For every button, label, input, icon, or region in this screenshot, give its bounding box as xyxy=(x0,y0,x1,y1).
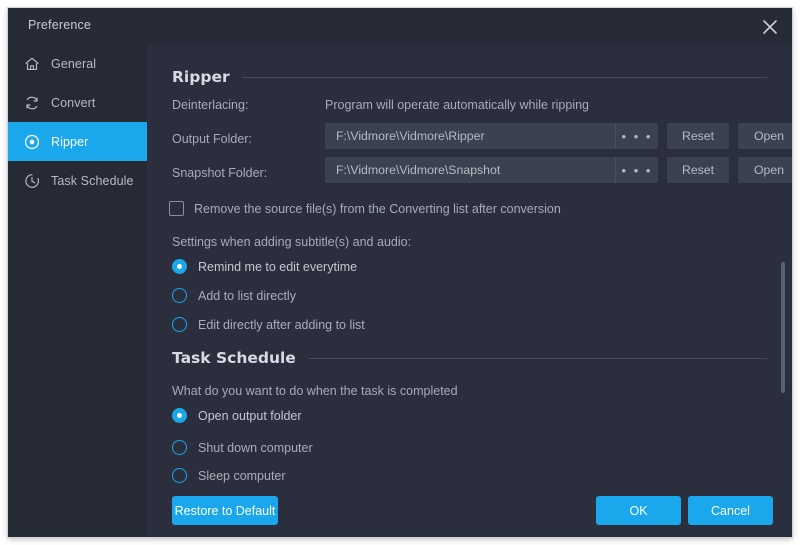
radio-label: Open output folder xyxy=(198,409,302,423)
sidebar-item-ripper[interactable]: Ripper xyxy=(8,122,147,161)
title-bar: Preference xyxy=(8,8,792,44)
snapshot-folder-reset-button[interactable]: Reset xyxy=(667,157,729,183)
remove-source-checkbox[interactable] xyxy=(169,201,184,216)
clock-icon xyxy=(22,171,42,191)
radio-row-shut-down-computer[interactable]: Shut down computer xyxy=(172,440,313,455)
radio-edit-directly-after-adding[interactable] xyxy=(172,317,187,332)
scrollbar-track[interactable] xyxy=(781,44,785,484)
output-folder-row: F:\Vidmore\Vidmore\Ripper • • • Reset Op… xyxy=(325,123,792,149)
sidebar-item-convert[interactable]: Convert xyxy=(8,83,147,122)
radio-add-to-list-directly[interactable] xyxy=(172,288,187,303)
radio-sleep-computer[interactable] xyxy=(172,468,187,483)
preference-dialog-screen: Preference General xyxy=(0,0,800,545)
radio-label: Sleep computer xyxy=(198,469,286,483)
output-folder-label: Output Folder: xyxy=(172,132,252,146)
radio-row-remind-me-to-edit[interactable]: Remind me to edit everytime xyxy=(172,259,357,274)
radio-label: Shut down computer xyxy=(198,441,313,455)
snapshot-folder-input[interactable]: F:\Vidmore\Vidmore\Snapshot xyxy=(325,157,615,183)
section-title: Ripper xyxy=(172,68,230,86)
deinterlacing-value: Program will operate automatically while… xyxy=(325,98,589,112)
settings-scroll-area: Ripper Deinterlacing: Program will opera… xyxy=(147,44,792,484)
radio-row-sleep-computer[interactable]: Sleep computer xyxy=(172,468,286,483)
radio-label: Edit directly after adding to list xyxy=(198,318,365,332)
sidebar-item-label: Task Schedule xyxy=(51,174,134,188)
window-title: Preference xyxy=(28,18,91,32)
restore-to-default-button[interactable]: Restore to Default xyxy=(172,496,278,525)
close-icon[interactable] xyxy=(758,15,782,39)
output-folder-browse-button[interactable]: • • • xyxy=(615,123,658,149)
section-header-task-schedule: Task Schedule xyxy=(172,349,767,367)
section-divider xyxy=(242,77,767,78)
sidebar-item-label: Convert xyxy=(51,96,95,110)
radio-label: Remind me to edit everytime xyxy=(198,260,357,274)
sidebar: General Convert xyxy=(8,44,147,537)
remove-source-label: Remove the source file(s) from the Conve… xyxy=(194,202,561,216)
snapshot-folder-label: Snapshot Folder: xyxy=(172,166,267,180)
remove-source-checkbox-row[interactable]: Remove the source file(s) from the Conve… xyxy=(169,201,561,216)
cancel-button[interactable]: Cancel xyxy=(688,496,773,525)
scrollbar-thumb[interactable] xyxy=(781,262,785,393)
sync-icon xyxy=(22,93,42,113)
ok-button[interactable]: OK xyxy=(596,496,681,525)
output-folder-input[interactable]: F:\Vidmore\Vidmore\Ripper xyxy=(325,123,615,149)
section-header-ripper: Ripper xyxy=(172,68,767,86)
output-folder-reset-button[interactable]: Reset xyxy=(667,123,729,149)
radio-label: Add to list directly xyxy=(198,289,296,303)
radio-row-edit-directly-after-adding[interactable]: Edit directly after adding to list xyxy=(172,317,365,332)
snapshot-folder-browse-button[interactable]: • • • xyxy=(615,157,658,183)
home-icon xyxy=(22,54,42,74)
radio-shut-down-computer[interactable] xyxy=(172,440,187,455)
deinterlacing-label: Deinterlacing: xyxy=(172,98,248,112)
section-divider xyxy=(308,358,767,359)
radio-row-add-to-list-directly[interactable]: Add to list directly xyxy=(172,288,296,303)
snapshot-folder-row: F:\Vidmore\Vidmore\Snapshot • • • Reset … xyxy=(325,157,792,183)
preference-window: Preference General xyxy=(8,8,792,537)
sidebar-item-label: Ripper xyxy=(51,135,88,149)
task-completed-question-label: What do you want to do when the task is … xyxy=(172,384,458,398)
disc-icon xyxy=(22,132,42,152)
sidebar-item-general[interactable]: General xyxy=(8,44,147,83)
section-title: Task Schedule xyxy=(172,349,296,367)
main-panel: Ripper Deinterlacing: Program will opera… xyxy=(147,44,792,537)
dialog-footer: Restore to Default OK Cancel xyxy=(147,484,792,537)
radio-remind-me-to-edit[interactable] xyxy=(172,259,187,274)
subtitle-settings-label: Settings when adding subtitle(s) and aud… xyxy=(172,235,411,249)
sidebar-item-label: General xyxy=(51,57,96,71)
radio-open-output-folder[interactable] xyxy=(172,408,187,423)
sidebar-item-task-schedule[interactable]: Task Schedule xyxy=(8,161,147,200)
radio-row-open-output-folder[interactable]: Open output folder xyxy=(172,408,302,423)
